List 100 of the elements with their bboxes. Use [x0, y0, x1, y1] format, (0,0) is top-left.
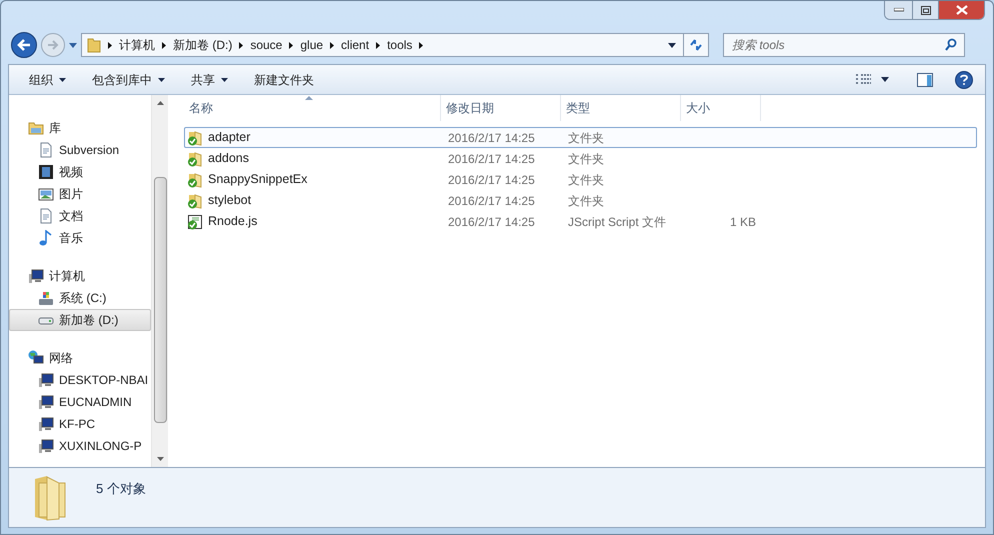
- computer-monitor-icon: [38, 394, 54, 410]
- document-icon: [38, 142, 54, 158]
- column-header[interactable]: 名称: [184, 95, 441, 121]
- breadcrumb-item[interactable]: 计算机: [119, 36, 155, 54]
- file-name: stylebot: [208, 192, 252, 210]
- column-header[interactable]: 修改日期: [441, 95, 561, 121]
- file-type: 文件夹: [567, 130, 605, 146]
- scroll-down-icon[interactable]: [156, 457, 164, 461]
- file-type: 文件夹: [567, 192, 605, 210]
- file-name: SnappySnippetEx: [208, 171, 308, 188]
- file-row[interactable]: SnappySnippetEx 2016/2/17 14:25 文件夹: [184, 169, 977, 190]
- close-button[interactable]: [938, 1, 984, 19]
- maximize-icon: [920, 6, 930, 14]
- scrollbar-thumb[interactable]: [154, 177, 166, 423]
- maximize-button[interactable]: [912, 1, 938, 19]
- details-view-icon: [856, 74, 871, 85]
- folder-checkmark-icon: [187, 130, 203, 146]
- folder-checkmark-icon: [187, 192, 203, 208]
- column-header[interactable]: 类型: [561, 95, 681, 121]
- sidebar-item[interactable]: 库: [9, 117, 151, 139]
- folder-checkmark-icon: [187, 150, 203, 166]
- sidebar-item[interactable]: 图片: [9, 183, 151, 205]
- sort-arrow-icon: [305, 96, 313, 100]
- breadcrumb-arrow-icon[interactable]: [108, 42, 112, 48]
- sidebar-item[interactable]: EUCNADMIN: [9, 391, 151, 413]
- breadcrumb-arrow-icon[interactable]: [239, 42, 244, 48]
- column-header[interactable]: 大小: [681, 95, 761, 121]
- breadcrumb-arrow-icon[interactable]: [330, 42, 334, 48]
- sidebar-item[interactable]: 系统 (C:): [9, 287, 151, 309]
- computer-monitor-icon: [28, 268, 44, 284]
- file-row[interactable]: addons 2016/2/17 14:25 文件夹: [184, 148, 977, 169]
- file-name: adapter: [208, 129, 250, 146]
- document-icon: [38, 208, 54, 224]
- refresh-arrows-icon: [689, 39, 703, 51]
- dropdown-arrow-icon[interactable]: [668, 42, 676, 48]
- library-folder-icon: [28, 120, 44, 136]
- file-name: Rnode.js: [208, 213, 258, 230]
- sidebar-scrollbar[interactable]: [151, 95, 168, 467]
- back-button[interactable]: [11, 32, 37, 58]
- computer-monitor-icon: [38, 416, 54, 432]
- help-button[interactable]: [955, 70, 973, 88]
- minimize-icon: [894, 8, 904, 12]
- breadcrumb-item[interactable]: souce: [250, 36, 282, 54]
- file-row[interactable]: stylebot 2016/2/17 14:25 文件夹: [184, 190, 977, 211]
- scroll-up-icon[interactable]: [156, 101, 164, 105]
- file-type: 文件夹: [567, 150, 605, 168]
- file-name: addons: [208, 150, 250, 168]
- computer-monitor-icon: [38, 372, 54, 388]
- toolbar-button[interactable]: 组织: [17, 68, 78, 90]
- sidebar-item[interactable]: 视频: [9, 161, 151, 183]
- search-field[interactable]: 搜索 tools: [723, 33, 965, 57]
- modified-date: 2016/2/17 14:25: [447, 130, 536, 146]
- toolbar-button[interactable]: 共享: [179, 68, 240, 90]
- toolbar-button[interactable]: 新建文件夹: [242, 68, 326, 90]
- breadcrumb-arrow-icon[interactable]: [376, 42, 380, 48]
- address-bar[interactable]: 计算机 新加卷 (D:) souce glue client tools: [81, 33, 709, 57]
- close-icon: [956, 5, 968, 15]
- music-note-icon: [38, 230, 54, 246]
- sidebar-item[interactable]: 音乐: [9, 227, 151, 249]
- breadcrumb-item[interactable]: 新加卷 (D:): [173, 36, 232, 54]
- sidebar-item[interactable]: 文档: [9, 205, 151, 227]
- file-type: 文件夹: [567, 172, 605, 188]
- preview-pane-icon: [917, 72, 933, 86]
- file-row[interactable]: adapter 2016/2/17 14:25 文件夹: [184, 127, 977, 148]
- folder-checkmark-icon: [187, 172, 203, 188]
- sidebar-item[interactable]: 网络: [9, 347, 151, 369]
- sidebar-item[interactable]: DESKTOP-NBAI: [9, 369, 151, 391]
- back-arrow-icon: [17, 39, 31, 51]
- modified-date: 2016/2/17 14:25: [447, 172, 536, 188]
- sidebar-item[interactable]: 新加卷 (D:): [9, 309, 151, 331]
- breadcrumb-item[interactable]: tools: [387, 36, 412, 54]
- drive-with-flag-icon: [38, 290, 54, 306]
- breadcrumb-arrow-icon[interactable]: [162, 42, 166, 48]
- sidebar-item[interactable]: KF-PC: [9, 413, 151, 435]
- breadcrumb-arrow-icon[interactable]: [289, 42, 294, 48]
- modified-date: 2016/2/17 14:25: [447, 150, 536, 168]
- folder-icon: [87, 37, 101, 53]
- history-dropdown-icon[interactable]: [69, 42, 77, 48]
- status-text: 5 个对象: [96, 480, 146, 498]
- toolbar-button[interactable]: 包含到库中: [80, 68, 177, 90]
- film-strip-icon: [38, 164, 54, 180]
- forward-arrow-icon: [47, 40, 59, 50]
- dropdown-arrow-icon: [881, 77, 889, 82]
- file-row[interactable]: Rnode.js 2016/2/17 14:25 JScript Script 文件 1 KB: [184, 211, 977, 232]
- breadcrumb-item[interactable]: client: [341, 36, 370, 54]
- sidebar-item[interactable]: 计算机: [9, 265, 151, 287]
- question-mark-icon: [960, 74, 968, 85]
- script-file-checkmark-icon: [187, 214, 203, 230]
- breadcrumb-arrow-icon[interactable]: [419, 42, 424, 48]
- landscape-picture-icon: [38, 186, 54, 202]
- network-globe-icon: [28, 350, 44, 366]
- minimize-button[interactable]: [885, 1, 912, 19]
- sidebar-item[interactable]: Subversion: [9, 139, 151, 161]
- computer-monitor-icon: [38, 438, 54, 454]
- file-type: JScript Script 文件: [567, 214, 668, 230]
- modified-date: 2016/2/17 14:25: [447, 214, 536, 230]
- file-size: 1 KB: [730, 214, 756, 228]
- breadcrumb-item[interactable]: glue: [300, 36, 324, 54]
- search-icon: [945, 38, 957, 51]
- sidebar-item[interactable]: XUXINLONG-P: [9, 435, 151, 457]
